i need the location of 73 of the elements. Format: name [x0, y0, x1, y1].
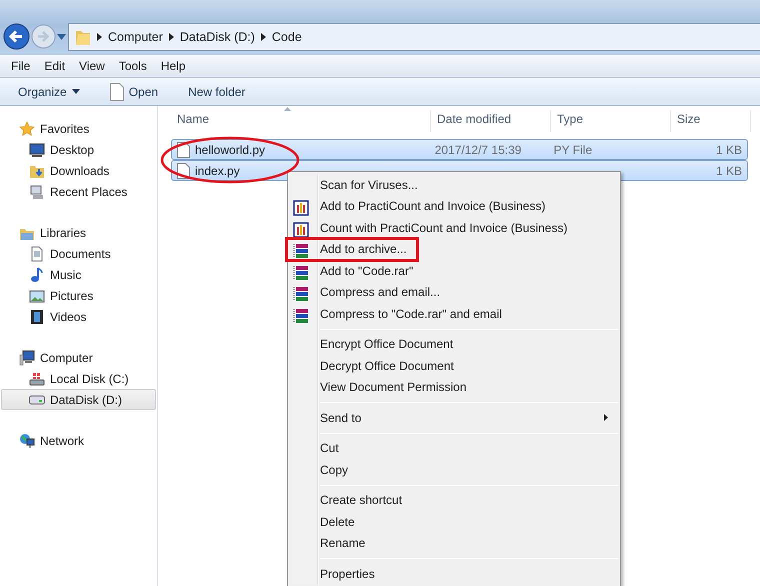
menu-item[interactable]: Create shortcut: [290, 490, 618, 511]
menu-item[interactable]: Properties: [290, 563, 618, 584]
column-header[interactable]: Date modified: [431, 110, 551, 132]
toolbar-button[interactable]: Organize: [12, 80, 86, 102]
sidebar-item[interactable]: Local Disk (C:): [1, 368, 156, 389]
menu-item[interactable]: File: [4, 57, 38, 75]
computer-icon: [29, 184, 45, 200]
breadcrumb-item[interactable]: Computer: [108, 28, 163, 46]
books-stack-icon: [293, 308, 309, 324]
back-button[interactable]: [3, 23, 30, 50]
column-header[interactable]: Type: [551, 110, 671, 132]
menu-item[interactable]: Send to: [290, 407, 618, 428]
menu-item[interactable]: Cut: [290, 438, 618, 459]
sidebar-item[interactable]: Computer: [1, 347, 156, 368]
chevron-icon: [97, 33, 102, 41]
size-cell-text: 1 KB: [715, 142, 744, 158]
size-cell-text: 1 KB: [715, 162, 744, 180]
file-name: helloworld.py: [195, 142, 266, 158]
monitor-icon: [29, 142, 45, 158]
file-name: index.py: [195, 162, 240, 180]
chevron-icon: [260, 33, 266, 41]
menu-item[interactable]: Decrypt Office Document: [290, 355, 618, 376]
document-icon: [110, 82, 124, 100]
books-stack-icon: [293, 286, 309, 302]
menu-item[interactable]: Add to archive...: [287, 238, 417, 260]
menu-item[interactable]: Compress to "Code.rar" and email: [290, 303, 618, 324]
film-icon: [29, 308, 45, 324]
menu-item[interactable]: View: [72, 57, 112, 75]
menu-item[interactable]: Help: [154, 57, 193, 75]
picture-icon: [29, 288, 45, 304]
type-cell-text: PY File: [552, 142, 594, 158]
file-row[interactable]: helloworld.py 2017/12/7 15:39 PY File 1 KB: [171, 139, 748, 160]
folder-icon: [75, 28, 91, 46]
sidebar-item[interactable]: Videos: [1, 306, 156, 327]
document-icon: [29, 246, 45, 262]
sidebar-item[interactable]: Pictures: [1, 285, 156, 306]
column-header[interactable]: Size: [671, 110, 751, 132]
menu-item[interactable]: Rename: [290, 532, 618, 554]
music-note-icon: [29, 266, 45, 282]
chevron-icon: [168, 33, 174, 41]
history-dropdown-icon[interactable]: [57, 34, 66, 40]
toolbar-button[interactable]: New folder: [182, 80, 252, 102]
menu-item[interactable]: Tools: [112, 57, 154, 75]
sidebar-item[interactable]: Documents: [1, 243, 156, 264]
toolbar-button[interactable]: Open: [104, 80, 164, 102]
menu-item[interactable]: Count with PractiCount and Invoice (Business): [290, 217, 618, 238]
books-stack-icon: [293, 243, 309, 260]
network-icon: [19, 432, 35, 448]
menu-item[interactable]: Delete: [290, 511, 618, 532]
sidebar-item[interactable]: Desktop: [1, 139, 156, 160]
star-icon: [19, 120, 35, 136]
breadcrumb-item[interactable]: DataDisk (D:): [180, 28, 255, 46]
menu-item[interactable]: View Document Permission: [290, 376, 618, 398]
sidebar-item[interactable]: Libraries: [1, 222, 156, 243]
computer-icon: [19, 350, 35, 366]
menu-item[interactable]: Add to "Code.rar": [290, 260, 618, 282]
date-cell-text: 2017/12/7 15:39: [434, 142, 522, 158]
books-stack-icon: [293, 264, 309, 281]
app-icon: [293, 200, 309, 216]
menu-item[interactable]: Edit: [37, 57, 72, 75]
app-icon: [293, 222, 309, 238]
sidebar-item[interactable]: Favorites: [1, 118, 156, 139]
menu-item[interactable]: Add to PractiCount and Invoice (Business): [290, 196, 618, 217]
menu-item[interactable]: Encrypt Office Document: [290, 334, 618, 355]
menu-item[interactable]: Copy: [290, 459, 618, 480]
menu-item[interactable]: Compress and email...: [290, 282, 618, 303]
sidebar-item[interactable]: DataDisk (D:): [1, 389, 156, 410]
sidebar-item[interactable]: Music: [1, 264, 156, 285]
sidebar-item[interactable]: Downloads: [1, 160, 156, 181]
sidebar-item[interactable]: Recent Places: [1, 181, 156, 202]
sidebar-item[interactable]: Network: [1, 430, 156, 451]
breadcrumb-item[interactable]: Code: [272, 28, 302, 46]
drive-icon: [29, 370, 45, 386]
